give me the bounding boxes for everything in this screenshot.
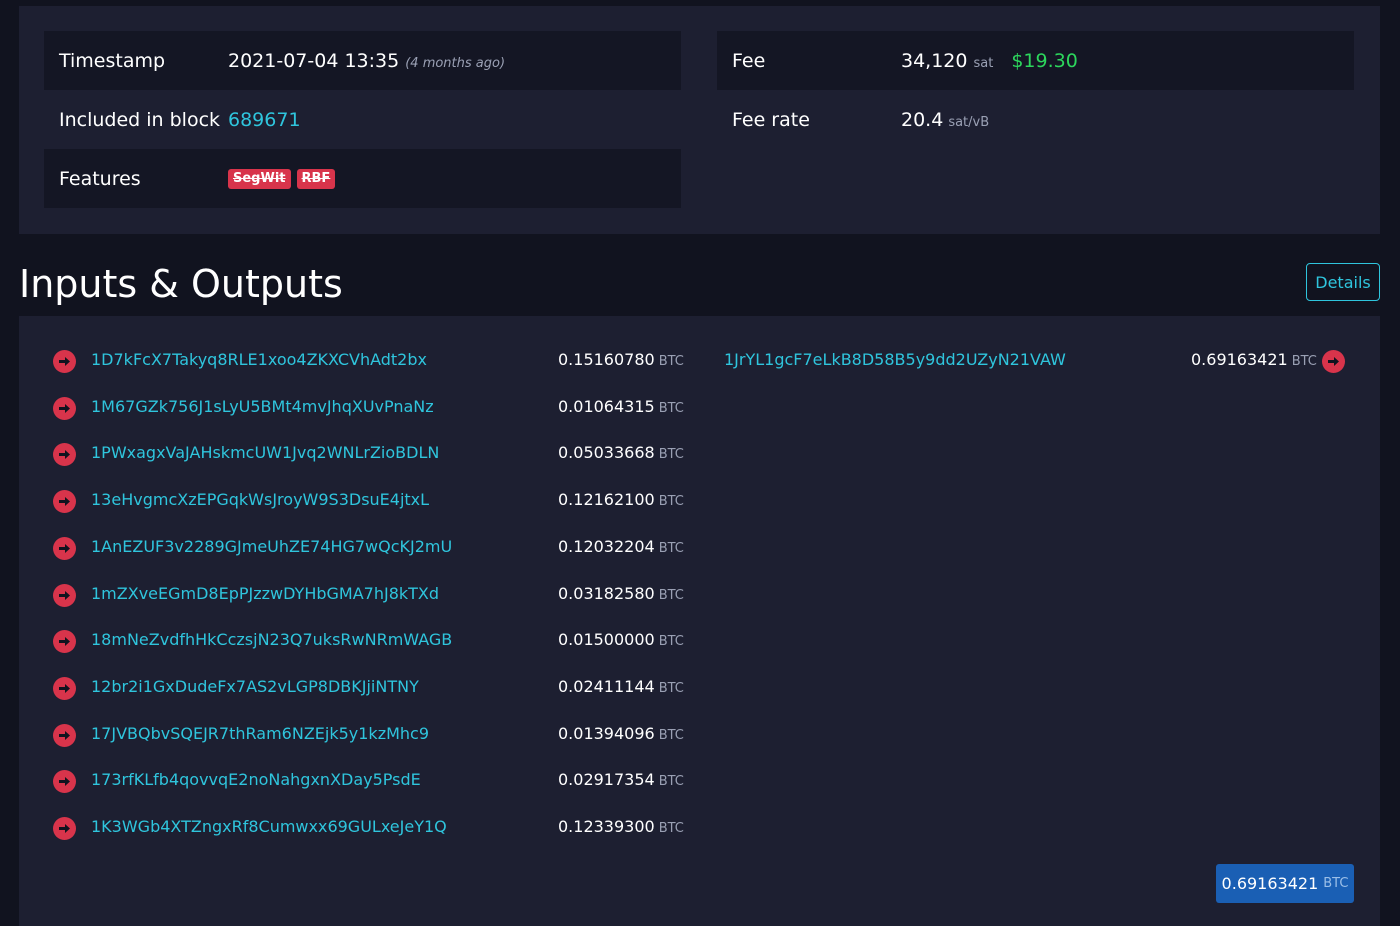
input-amount-unit: BTC <box>658 540 684 556</box>
input-amount-unit: BTC <box>658 494 684 510</box>
input-amount-value: 0.12339300 <box>558 817 655 836</box>
input-arrow-icon[interactable] <box>53 583 76 607</box>
input-address-link[interactable]: 1PWxagxVaJAHskmcUW1Jvq2WNLrZioBDLN <box>91 443 439 462</box>
input-amount-value: 0.01394096 <box>558 723 655 743</box>
input-arrow-icon[interactable] <box>53 396 76 420</box>
features-label: Features <box>59 167 141 190</box>
fee-value: 34,120 <box>901 49 968 72</box>
input-address-link[interactable]: 1AnEZUF3v2289GJmeUhZE74HG7wQcKJ2mU <box>91 537 452 556</box>
input-address-link[interactable]: 1mZXveEGmD8EpPJzzwDYHbGMA7hJ8kTXd <box>91 584 439 603</box>
block-label: Included in block <box>59 108 221 131</box>
input-arrow-icon[interactable] <box>53 350 76 373</box>
input-amount-unit: BTC <box>658 727 684 743</box>
fee-row: Fee 34,120 sat $19.30 <box>717 31 1354 90</box>
input-amount: 0.05033668 BTC <box>558 443 684 462</box>
input-amount-value: 0.12032204 <box>558 536 655 556</box>
input-address-link[interactable]: 12br2i1GxDudeFx7AS2vLGP8DBKJjiNTNY <box>91 677 419 696</box>
fee-usd: $19.30 <box>1011 49 1078 72</box>
input-amount: 0.12162100 BTC <box>558 490 684 509</box>
input-address-link[interactable]: 13eHvgmcXzEPGqkWsJroyW9S3DsuE4jtxL <box>91 490 429 509</box>
input-arrow-icon[interactable] <box>53 490 76 514</box>
input-amount-unit: BTC <box>658 447 684 463</box>
output-amount-unit: BTC <box>1291 354 1317 369</box>
input-amount: 0.12339300 BTC <box>558 817 684 836</box>
input-arrow-icon[interactable] <box>53 817 76 840</box>
input-amount: 0.15160780 BTC <box>558 350 684 369</box>
input-amount-value: 0.03182580 <box>558 583 655 603</box>
input-amount: 0.12032204 BTC <box>558 537 684 556</box>
rbf-badge[interactable]: RBF <box>296 168 336 189</box>
total-amount: 0.69163421 <box>1221 874 1319 893</box>
input-amount-unit: BTC <box>658 354 684 369</box>
inputs-outputs-title: Inputs & Outputs <box>19 262 343 306</box>
timestamp-value: 2021-07-04 13:35 <box>228 49 400 72</box>
input-address-link[interactable]: 1D7kFcX7Takyq8RLE1xoo4ZKXCVhAdt2bx <box>91 350 427 369</box>
details-table-left: Timestamp 2021-07-04 13:35 (4 months ago… <box>44 31 681 208</box>
input-amount-unit: BTC <box>658 680 684 696</box>
input-amount: 0.01500000 BTC <box>558 630 684 649</box>
input-amount-value: 0.02411144 <box>558 676 655 696</box>
fee-rate-unit: sat/vB <box>948 114 990 130</box>
input-address-link[interactable]: 18mNeZvdfhHkCczsjN23Q7uksRwNRmWAGB <box>91 630 452 649</box>
input-amount-unit: BTC <box>658 587 684 603</box>
fee-label: Fee <box>732 49 766 72</box>
input-arrow-icon[interactable] <box>53 723 76 747</box>
input-amount: 0.02411144 BTC <box>558 677 684 696</box>
input-amount-value: 0.01064315 <box>558 396 655 416</box>
timestamp-row: Timestamp 2021-07-04 13:35 (4 months ago… <box>44 31 681 90</box>
output-address-link[interactable]: 1JrYL1gcF7eLkB8D58B5y9dd2UZyN21VAW <box>724 350 1066 369</box>
total-unit: BTC <box>1323 876 1349 891</box>
timestamp-relative: (4 months ago) <box>405 55 506 71</box>
input-address-link[interactable]: 17JVBQbvSQEJR7thRam6NZEjk5y1kzMhc9 <box>91 724 429 743</box>
output-amount-value: 0.69163421 <box>1191 350 1288 369</box>
fee-rate-row: Fee rate 20.4 sat/vB <box>717 90 1354 149</box>
input-amount-value: 0.01500000 <box>558 630 655 650</box>
block-row: Included in block 689671 <box>44 90 681 149</box>
input-amount-value: 0.15160780 <box>558 350 655 369</box>
timestamp-label: Timestamp <box>59 49 166 72</box>
input-arrow-icon[interactable] <box>53 536 76 560</box>
block-link[interactable]: 689671 <box>228 109 301 131</box>
output-arrow-icon[interactable] <box>1322 350 1345 373</box>
features-row: Features SegWit RBF <box>44 149 681 208</box>
input-amount-value: 0.05033668 <box>558 443 655 463</box>
input-amount: 0.02917354 BTC <box>558 770 684 789</box>
input-amount-unit: BTC <box>658 634 684 650</box>
input-amount: 0.01064315 BTC <box>558 397 684 416</box>
details-table-right: Fee 34,120 sat $19.30 Fee rate 20.4 sat/… <box>717 31 1354 149</box>
transaction-details-panel: Timestamp 2021-07-04 13:35 (4 months ago… <box>19 6 1380 234</box>
input-address-link[interactable]: 1M67GZk756J1sLyU5BMt4mvJhqXUvPnaNz <box>91 397 434 416</box>
input-amount-unit: BTC <box>658 821 684 836</box>
input-amount-unit: BTC <box>658 774 684 790</box>
input-amount: 0.03182580 BTC <box>558 584 684 603</box>
input-amount-value: 0.12162100 <box>558 490 655 510</box>
input-arrow-icon[interactable] <box>53 676 76 700</box>
input-amount-unit: BTC <box>658 400 684 416</box>
output-amount: 0.69163421 BTC <box>1191 350 1317 369</box>
fee-unit: sat <box>973 55 994 71</box>
input-amount-value: 0.02917354 <box>558 770 655 790</box>
input-amount: 0.01394096 BTC <box>558 724 684 743</box>
input-address-link[interactable]: 173rfKLfb4qovvqE2noNahgxnXDay5PsdE <box>91 770 421 789</box>
input-address-link[interactable]: 1K3WGb4XTZngxRf8Cumwxx69GULxeJeY1Q <box>91 817 447 836</box>
segwit-badge[interactable]: SegWit <box>228 168 291 189</box>
fee-rate-label: Fee rate <box>732 108 810 131</box>
details-button[interactable]: Details <box>1306 263 1380 301</box>
total-amount-badge: 0.69163421 BTC <box>1216 864 1354 903</box>
fee-rate-value: 20.4 <box>901 108 944 131</box>
